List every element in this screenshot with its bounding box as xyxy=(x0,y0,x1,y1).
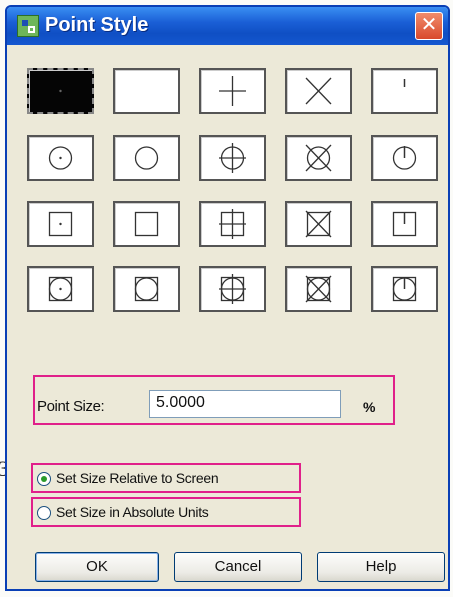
point-size-unit: % xyxy=(363,399,376,415)
point-style-dot[interactable] xyxy=(27,68,94,114)
radio-absolute-label: Set Size in Absolute Units xyxy=(56,504,209,520)
point-style-square-dot[interactable] xyxy=(27,201,94,247)
point-style-square[interactable] xyxy=(113,201,180,247)
point-style-circle-dot[interactable] xyxy=(27,135,94,181)
ok-button[interactable]: OK xyxy=(35,552,159,582)
circle-square-tick-icon xyxy=(392,276,417,302)
square-plus-icon xyxy=(219,209,246,239)
tick-icon xyxy=(403,79,406,87)
point-style-square-plus[interactable] xyxy=(199,201,266,247)
circle-plus-icon xyxy=(219,143,246,173)
square-icon xyxy=(134,211,159,237)
circle-dot-icon xyxy=(48,146,73,170)
circle-icon xyxy=(134,146,159,170)
circle-cross-icon xyxy=(305,144,332,172)
radio-button-icon[interactable] xyxy=(37,506,51,520)
point-style-circle-square-dot[interactable] xyxy=(27,266,94,312)
help-button[interactable]: Help xyxy=(317,552,445,582)
point-style-circle-square-plus[interactable] xyxy=(199,266,266,312)
circle-square-plus-icon xyxy=(219,274,246,304)
point-style-tick[interactable] xyxy=(371,68,438,114)
radio-button-icon[interactable] xyxy=(37,472,51,486)
cross-icon xyxy=(305,77,332,105)
point-style-square-cross[interactable] xyxy=(285,201,352,247)
point-style-circle-tick[interactable] xyxy=(371,135,438,181)
plus-icon xyxy=(219,76,246,106)
point-style-none[interactable] xyxy=(113,68,180,114)
square-dot-icon xyxy=(48,211,73,237)
cancel-button[interactable]: Cancel xyxy=(174,552,302,582)
circle-square-icon xyxy=(134,276,159,302)
circle-square-cross-icon xyxy=(305,275,332,303)
circle-tick-icon xyxy=(392,146,417,170)
square-cross-icon xyxy=(305,210,332,238)
point-style-circle-square[interactable] xyxy=(113,266,180,312)
point-style-circle-square-cross[interactable] xyxy=(285,266,352,312)
point-size-input[interactable]: 5.0000 xyxy=(149,390,341,418)
point-style-dialog: Point Style ✕ Point Size: 5.0000 % Set S… xyxy=(5,5,450,591)
point-style-circle-square-tick[interactable] xyxy=(371,266,438,312)
point-style-cross[interactable] xyxy=(285,68,352,114)
dot-icon xyxy=(59,89,62,93)
square-tick-icon xyxy=(392,211,417,237)
point-size-label: Point Size: xyxy=(37,398,105,415)
point-style-circle-cross[interactable] xyxy=(285,135,352,181)
point-style-plus[interactable] xyxy=(199,68,266,114)
circle-square-dot-icon xyxy=(48,276,73,302)
point-style-circle[interactable] xyxy=(113,135,180,181)
radio-relative-label: Set Size Relative to Screen xyxy=(56,470,219,486)
point-style-circle-plus[interactable] xyxy=(199,135,266,181)
point-style-square-tick[interactable] xyxy=(371,201,438,247)
none-icon xyxy=(115,70,178,112)
